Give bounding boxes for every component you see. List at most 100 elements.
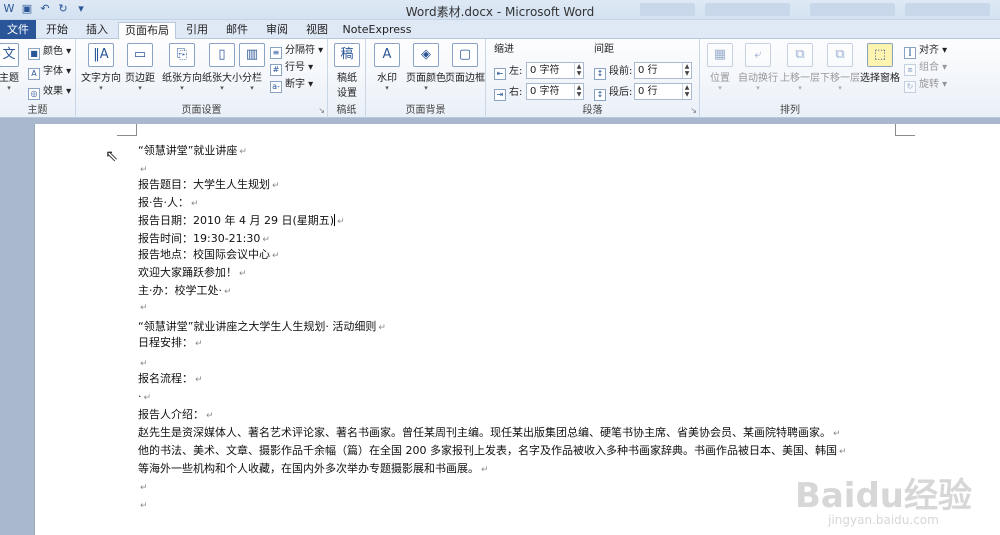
tab-review[interactable]: 审阅 — [260, 22, 294, 39]
indent-left-label: ⇤ 左: — [494, 64, 522, 80]
paragraph-mark-icon: ↵ — [481, 465, 489, 475]
dialog-launcher-icon[interactable]: ↘ — [318, 106, 325, 115]
group-draft-paper: 稿 稿纸 设置 稿纸 — [328, 39, 366, 118]
effects-icon: ◎ — [28, 88, 40, 100]
tab-view[interactable]: 视图 — [300, 22, 334, 39]
spin-arrows-icon[interactable]: ▲ ▼ — [574, 63, 583, 78]
background-window-tab[interactable] — [810, 3, 895, 16]
tab-page-layout[interactable]: 页面布局 — [118, 22, 176, 40]
document-line[interactable]: ↵ — [138, 162, 148, 177]
document-line[interactable]: 报告地点：校国际会议中心 ↵ — [138, 248, 280, 263]
dialog-launcher-icon[interactable]: ↘ — [690, 106, 697, 115]
selection-pane-icon: ⬚ — [867, 43, 893, 67]
themes-button[interactable]: 文 主题 ▾ — [0, 43, 24, 92]
document-line[interactable]: 日程安排： ↵ — [138, 336, 203, 351]
background-window-tab[interactable] — [905, 3, 990, 16]
paragraph-mark-icon: ↵ — [224, 287, 232, 297]
indent-right-icon: ⇥ — [494, 89, 506, 101]
document-line[interactable]: 报名流程： ↵ — [138, 372, 203, 387]
columns-button[interactable]: ▥ 分栏 ▾ — [236, 43, 268, 92]
hyphenation-button[interactable]: a- 断字 ▾ — [270, 77, 313, 93]
background-window-tab[interactable] — [705, 3, 790, 16]
document-line[interactable]: · ↵ — [138, 390, 151, 405]
send-backward-icon: ⧉ — [827, 43, 853, 67]
spin-arrows-icon[interactable]: ▲ ▼ — [682, 63, 691, 78]
document-line[interactable]: ↵ — [138, 356, 148, 371]
document-line[interactable]: “领慧讲堂”就业讲座 ↵ — [138, 144, 247, 159]
spin-arrows-icon[interactable]: ▲ ▼ — [682, 84, 691, 99]
document-line[interactable]: 报告日期：2010 年 4 月 29 日(星期五) ↵ — [138, 214, 345, 229]
indent-right-input[interactable]: 0 字符 ▲ ▼ — [526, 83, 584, 100]
crop-mark — [895, 124, 915, 136]
paragraph-mark-icon: ↵ — [140, 359, 148, 369]
tab-noteexpress[interactable]: NoteExpress — [340, 22, 414, 39]
theme-effects-button[interactable]: ◎ 效果 ▾ — [28, 84, 71, 100]
document-line[interactable]: 报告时间：19:30-21:30 ↵ — [138, 232, 270, 247]
theme-colors-button[interactable]: ■ 颜色 ▾ — [28, 44, 71, 60]
paragraph-mark-icon: ↵ — [195, 375, 203, 385]
send-backward-button[interactable]: ⧉ 下移一层 ▾ — [818, 43, 862, 92]
paragraph-mark-icon: ↵ — [140, 165, 148, 175]
paragraph-mark-icon: ↵ — [206, 411, 214, 421]
group-button[interactable]: ⧈ 组合 ▾ — [904, 60, 947, 76]
rotate-button[interactable]: ↻ 旋转 ▾ — [904, 77, 947, 93]
orientation-button[interactable]: ⎘ 纸张方向 ▾ — [160, 43, 204, 92]
tab-home[interactable]: 开始 — [40, 22, 74, 39]
crop-mark — [117, 124, 137, 136]
paragraph-mark-icon: ↵ — [378, 323, 386, 333]
document-line[interactable]: ↵ — [138, 300, 148, 315]
spin-arrows-icon[interactable]: ▲ ▼ — [574, 84, 583, 99]
page-size-icon: ▯ — [209, 43, 235, 67]
paragraph-mark-icon: ↵ — [239, 269, 247, 279]
background-window-tab[interactable] — [640, 3, 695, 16]
document-line[interactable]: 赵先生是资深媒体人、著名艺术评论家、著名书画家。曾任某周刊主编。现任某出版集团总… — [138, 426, 841, 441]
indent-left-input[interactable]: 0 字符 ▲ ▼ — [526, 62, 584, 79]
group-icon: ⧈ — [904, 64, 916, 76]
page-color-button[interactable]: ◈ 页面颜色 ▾ — [404, 43, 448, 92]
chevron-down-icon: ▾ — [7, 84, 11, 92]
tab-file[interactable]: 文件 — [0, 20, 36, 39]
document-page[interactable]: ⇖ “领慧讲堂”就业讲座 ↵ ↵ 报告题目：大学生人生规划 ↵ 报·告·人： ↵ 报告日期：2… — [34, 124, 1000, 535]
document-line[interactable]: 欢迎大家踊跃参加！ ↵ — [138, 266, 247, 281]
paragraph-mark-icon: ↵ — [140, 483, 148, 493]
indent-left-icon: ⇤ — [494, 68, 506, 80]
theme-fonts-button[interactable]: A 字体 ▾ — [28, 64, 71, 80]
spacing-after-input[interactable]: 0 行 ▲ ▼ — [634, 83, 692, 100]
paragraph-mark-icon: ↵ — [262, 235, 270, 245]
paragraph-mark-icon: ↵ — [140, 303, 148, 313]
text-caret — [334, 214, 336, 226]
draft-paper-icon: 稿 — [334, 43, 360, 67]
page-borders-button[interactable]: ▢ 页面边框 — [444, 43, 486, 84]
document-line[interactable]: 报告题目：大学生人生规划 ↵ — [138, 178, 280, 193]
tab-references[interactable]: 引用 — [180, 22, 214, 39]
tab-mailings[interactable]: 邮件 — [220, 22, 254, 39]
margins-button[interactable]: ▭ 页边距 ▾ — [120, 43, 160, 92]
selection-pane-button[interactable]: ⬚ 选择窗格 — [858, 43, 902, 84]
align-button[interactable]: ⫿ 对齐 ▾ — [904, 43, 947, 59]
paragraph-mark-icon: ↵ — [140, 501, 148, 511]
text-direction-button[interactable]: ‖A 文字方向 ▾ — [78, 43, 124, 92]
document-line[interactable]: ↵ — [138, 498, 148, 513]
draft-paper-button[interactable]: 稿 稿纸 设置 — [328, 43, 366, 99]
palette-icon: ■ — [28, 48, 40, 60]
position-button[interactable]: ▦ 位置 ▾ — [700, 43, 740, 92]
paragraph-mark-icon: ↵ — [239, 147, 247, 157]
document-line[interactable]: ↵ — [138, 480, 148, 495]
position-icon: ▦ — [707, 43, 733, 67]
spacing-before-input[interactable]: 0 行 ▲ ▼ — [634, 62, 692, 79]
bring-forward-button[interactable]: ⧉ 上移一层 ▾ — [778, 43, 822, 92]
document-line[interactable]: “领慧讲堂”就业讲座之大学生人生规划· 活动细则 ↵ — [138, 320, 386, 335]
document-line[interactable]: 等海外一些机构和个人收藏，在国内外多次举办专题摄影展和书画展。 ↵ — [138, 462, 489, 477]
document-line[interactable]: 他的书法、美术、文章、摄影作品千余幅（篇）在全国 200 多家报刊上发表，名字及… — [138, 444, 847, 459]
line-numbers-button[interactable]: # 行号 ▾ — [270, 60, 313, 76]
document-line[interactable]: 主·办：校学工处· ↵ — [138, 284, 232, 299]
watermark-button[interactable]: A 水印 ▾ — [368, 43, 406, 92]
group-arrange: ▦ 位置 ▾ ⤶ 自动换行 ▾ ⧉ 上移一层 ▾ ⧉ 下移一层 ▾ ⬚ 选择窗格… — [700, 39, 1000, 118]
paragraph-mark-icon: ↵ — [272, 181, 280, 191]
breaks-button[interactable]: ≡ 分隔符 ▾ — [270, 43, 323, 59]
spacing-title: 间距 — [594, 44, 614, 55]
document-line[interactable]: 报·告·人： ↵ — [138, 196, 199, 211]
wrap-text-button[interactable]: ⤶ 自动换行 ▾ — [736, 43, 780, 92]
tab-insert[interactable]: 插入 — [80, 22, 114, 39]
document-line[interactable]: 报告人介绍： ↵ — [138, 408, 214, 423]
